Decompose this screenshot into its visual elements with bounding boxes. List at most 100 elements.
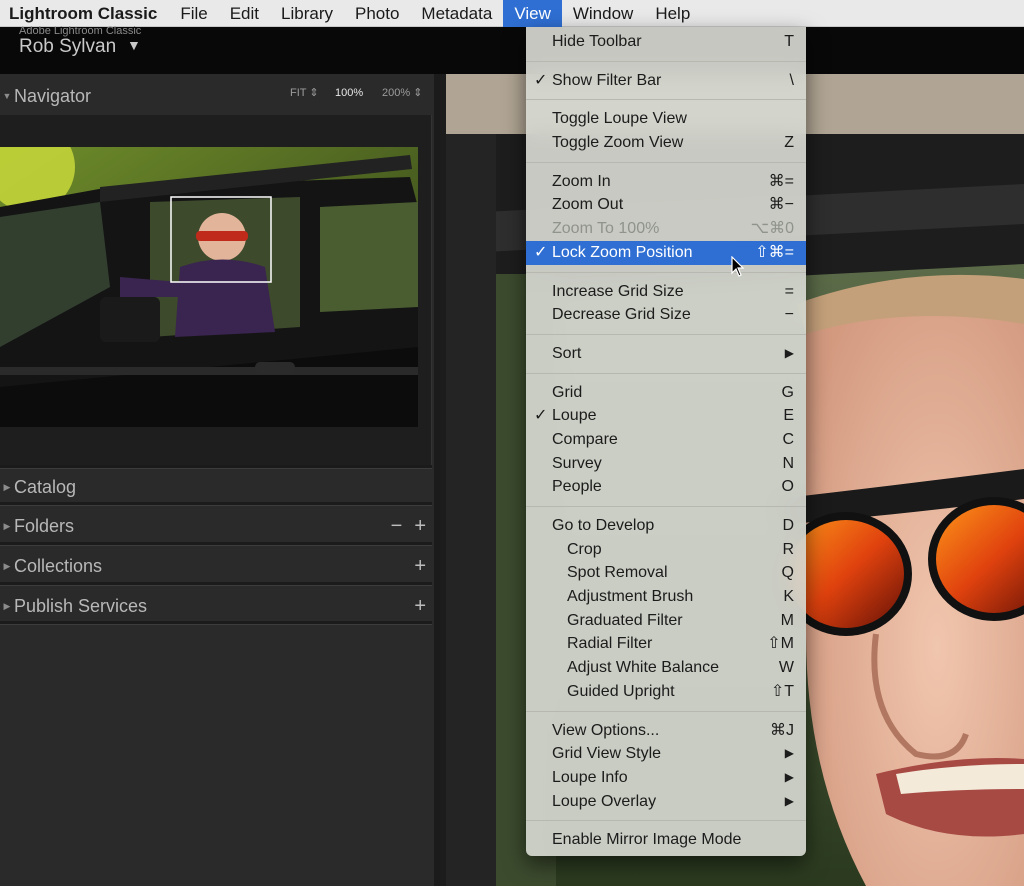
identity-plate: Adobe Lightroom Classic Rob Sylvan ▼ [0, 25, 1024, 74]
menu-item-decrease-grid-size[interactable]: Decrease Grid Size − [526, 303, 806, 327]
menu-item-label: Toggle Zoom View [552, 134, 684, 152]
menu-item-label: Graduated Filter [567, 611, 683, 629]
menu-window[interactable]: Window [562, 0, 644, 27]
submenu-arrow-icon: ▶ [784, 746, 794, 761]
publish-services-panel-header[interactable]: ▶ Publish Services + [0, 587, 432, 625]
menu-item-sort[interactable]: Sort ▶ [526, 342, 806, 366]
menu-view[interactable]: View [503, 0, 562, 27]
expand-triangle-icon: ▶ [3, 481, 11, 492]
expand-triangle-icon: ▶ [3, 520, 11, 531]
menu-file[interactable]: File [169, 0, 218, 27]
menu-item-zoom-to-100: Zoom To 100% ⌥⌘0 [526, 217, 806, 241]
menu-item-label: Increase Grid Size [552, 282, 684, 300]
menu-item-spot-removal[interactable]: Spot Removal Q [526, 561, 806, 585]
menu-item-loupe-info[interactable]: Loupe Info ▶ [526, 766, 806, 790]
identity-name[interactable]: Rob Sylvan [19, 36, 116, 58]
folders-panel-header[interactable]: ▶ Folders − + [0, 507, 432, 545]
menu-item-shortcut: K [783, 588, 794, 606]
add-publish-service-button[interactable]: + [414, 595, 426, 618]
menu-item-people[interactable]: People O [526, 475, 806, 499]
menu-divider [526, 155, 806, 170]
menu-item-adjustment-brush[interactable]: Adjustment Brush K [526, 585, 806, 609]
menu-item-label: Loupe Overlay [552, 792, 657, 810]
menu-item-shortcut: T [784, 33, 794, 50]
collections-title: Collections [14, 555, 103, 576]
menu-item-label: Hide Toolbar [552, 33, 642, 50]
menu-item-survey[interactable]: Survey N [526, 452, 806, 476]
menu-item-label: Loupe [552, 407, 597, 425]
add-collection-button[interactable]: + [414, 555, 426, 578]
expand-triangle-icon: ▶ [3, 560, 11, 571]
menu-divider [526, 499, 806, 514]
menu-item-label: Survey [552, 454, 602, 472]
collections-panel-header[interactable]: ▶ Collections + [0, 547, 432, 585]
panel-divider [0, 542, 432, 546]
menu-item-shortcut: G [781, 383, 794, 401]
menu-item-label: Lock Zoom Position [552, 243, 693, 261]
menu-item-label: Decrease Grid Size [552, 306, 691, 324]
menu-item-label: Compare [552, 430, 618, 448]
menu-item-label: Radial Filter [567, 635, 653, 653]
menu-item-compare[interactable]: Compare C [526, 428, 806, 452]
menu-item-lock-zoom-position[interactable]: ✓ Lock Zoom Position ⇧⌘= [526, 240, 806, 265]
remove-folder-button[interactable]: − [391, 515, 403, 538]
menu-help[interactable]: Help [644, 0, 701, 27]
menu-item-grid[interactable]: Grid G [526, 381, 806, 405]
menu-item-zoom-in[interactable]: Zoom In ⌘= [526, 170, 806, 194]
navigator-thumbnail[interactable] [0, 147, 418, 427]
menu-item-adjust-white-balance[interactable]: Adjust White Balance W [526, 656, 806, 680]
menu-item-shortcut: C [782, 430, 794, 448]
menu-item-shortcut: \ [789, 71, 794, 89]
menu-item-loupe[interactable]: ✓ Loupe E [526, 404, 806, 428]
menu-item-shortcut: = [784, 282, 794, 300]
menu-edit[interactable]: Edit [219, 0, 270, 27]
menu-item-shortcut: Z [784, 134, 794, 152]
menu-item-shortcut: ⌥⌘0 [750, 220, 794, 238]
menu-item-label: Toggle Loupe View [552, 110, 687, 128]
menu-item-label: Sort [552, 344, 582, 362]
menu-item-zoom-out[interactable]: Zoom Out ⌘− [526, 193, 806, 217]
menu-item-increase-grid-size[interactable]: Increase Grid Size = [526, 280, 806, 304]
menu-item-shortcut: Q [781, 564, 794, 582]
menu-item-label: Show Filter Bar [552, 71, 662, 89]
zoom-200-option[interactable]: 200% ⇕ [382, 74, 422, 112]
menu-item-go-to-develop[interactable]: Go to Develop D [526, 514, 806, 538]
app-menu[interactable]: Lightroom Classic [0, 0, 169, 27]
view-menu-dropdown: Hide Toolbar T ✓ Show Filter Bar \ Toggle Lou… [526, 27, 806, 856]
zoom-100-option[interactable]: 100% [335, 74, 363, 112]
menu-item-shortcut: ⌘− [768, 196, 794, 214]
menu-item-toggle-loupe-view[interactable]: Toggle Loupe View [526, 107, 806, 131]
menu-item-hide-toolbar[interactable]: Hide Toolbar T [526, 30, 806, 54]
menu-item-shortcut: ⌘J [770, 721, 794, 739]
navigator-header[interactable]: ▼ Navigator [0, 77, 432, 115]
menu-divider [526, 92, 806, 107]
menu-item-enable-mirror-image-mode[interactable]: Enable Mirror Image Mode [526, 828, 806, 852]
menu-item-label: Zoom In [552, 172, 611, 190]
zoom-fit-option[interactable]: FIT ⇕ [290, 74, 319, 112]
navigator-preview [0, 115, 432, 465]
folders-title: Folders [14, 515, 75, 536]
menu-item-view-options[interactable]: View Options... ⌘J [526, 719, 806, 743]
menu-divider [526, 54, 806, 69]
menu-photo[interactable]: Photo [344, 0, 410, 27]
menu-item-toggle-zoom-view[interactable]: Toggle Zoom View Z [526, 131, 806, 155]
menu-item-graduated-filter[interactable]: Graduated Filter M [526, 609, 806, 633]
submenu-arrow-icon: ▶ [784, 769, 794, 784]
chevron-down-icon[interactable]: ▼ [127, 37, 141, 53]
menu-item-guided-upright[interactable]: Guided Upright ⇧T [526, 680, 806, 704]
menu-item-loupe-overlay[interactable]: Loupe Overlay ▶ [526, 790, 806, 814]
catalog-panel-header[interactable]: ▶ Catalog [0, 468, 432, 506]
menu-metadata[interactable]: Metadata [410, 0, 503, 27]
menu-item-label: Zoom Out [552, 196, 624, 214]
menu-item-shortcut: ⇧T [770, 682, 794, 700]
menu-item-grid-view-style[interactable]: Grid View Style ▶ [526, 742, 806, 766]
menu-item-show-filter-bar[interactable]: ✓ Show Filter Bar \ [526, 69, 806, 93]
menu-item-radial-filter[interactable]: Radial Filter ⇧M [526, 632, 806, 656]
menu-library[interactable]: Library [270, 0, 344, 27]
menu-item-crop[interactable]: Crop R [526, 538, 806, 562]
publish-services-title: Publish Services [14, 595, 148, 616]
menu-item-shortcut: O [781, 478, 794, 496]
add-folder-button[interactable]: + [414, 515, 426, 538]
menu-item-shortcut: E [783, 407, 794, 425]
menu-item-label: Grid [552, 383, 583, 401]
